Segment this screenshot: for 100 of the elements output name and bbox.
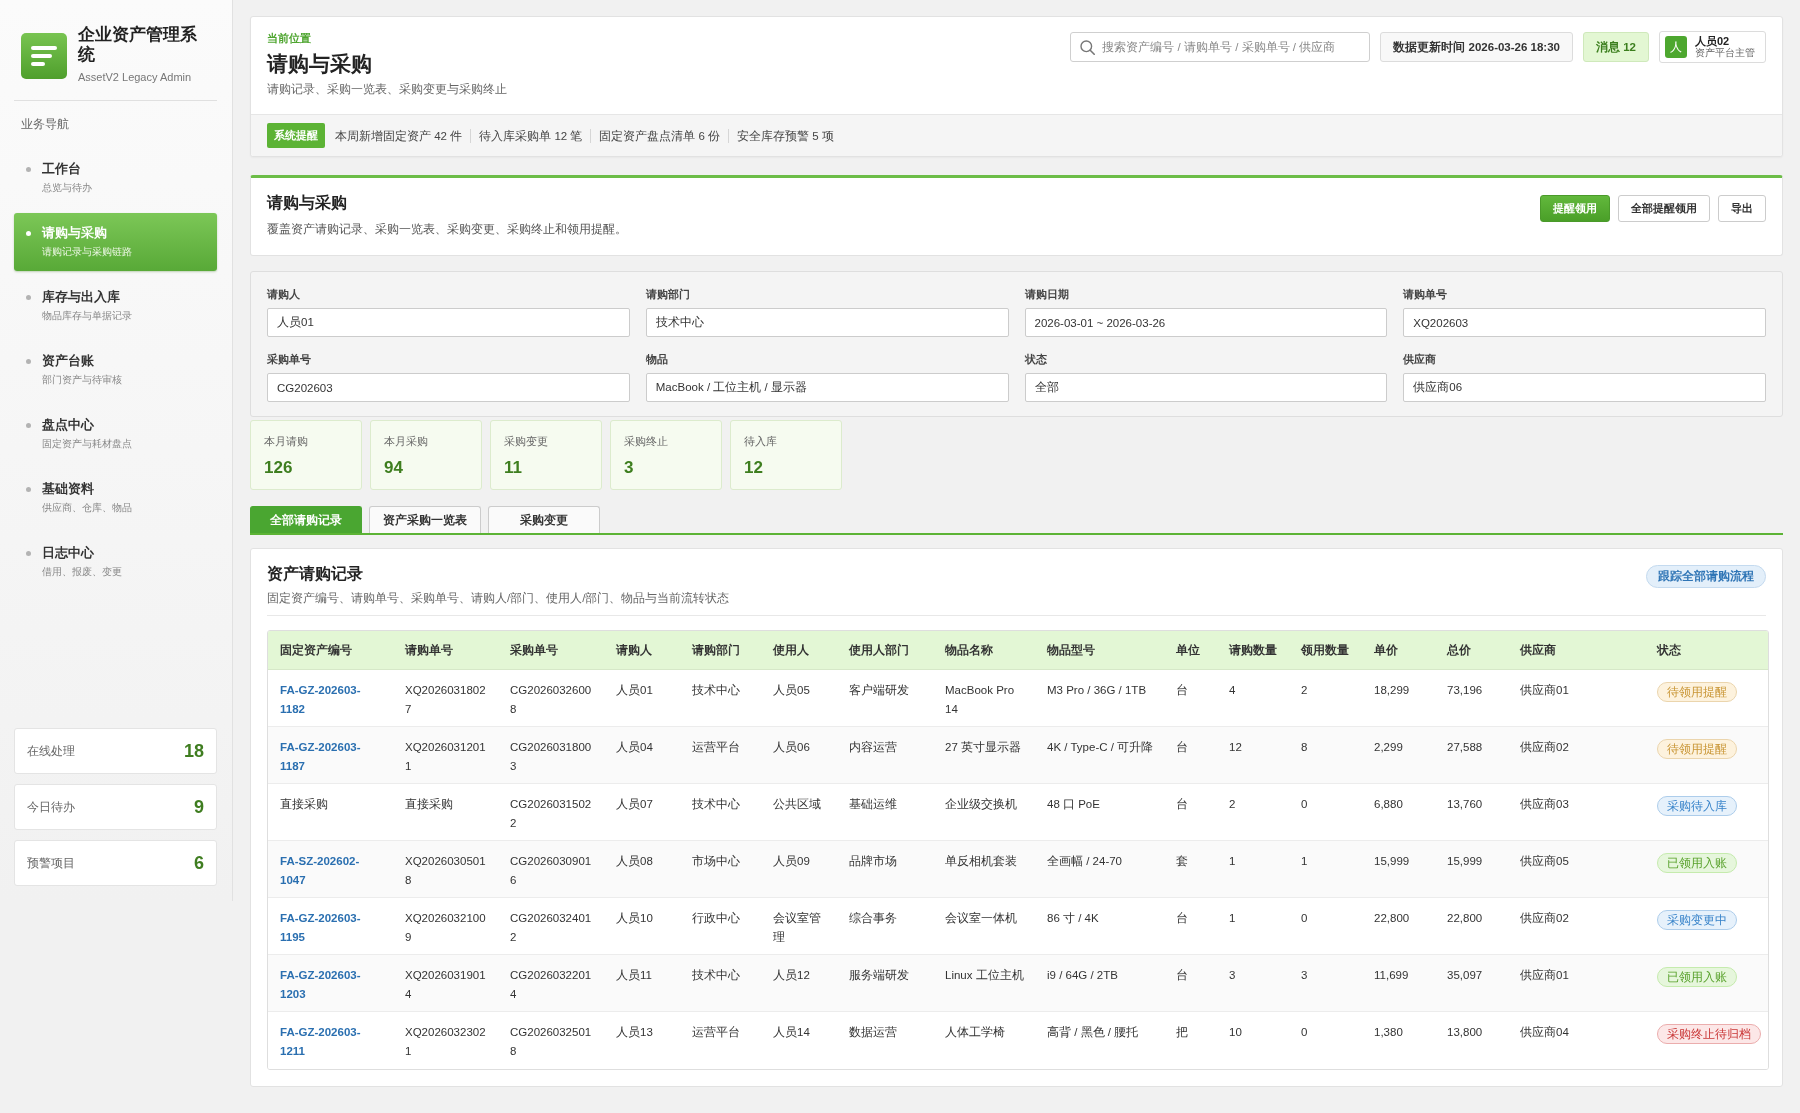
table-cell-text: 高背 / 黑色 / 腰托 — [1046, 1025, 1140, 1040]
input-field[interactable]: CG202603 — [267, 373, 630, 402]
stat-label: 采购终止 — [624, 434, 668, 448]
records-title: 资产请购记录 — [267, 564, 363, 584]
table-cell-text: 把 — [1175, 1025, 1189, 1040]
asset-link[interactable]: FA-GZ-202603-1203 — [280, 966, 375, 1004]
column-header: 供应商 — [1508, 631, 1645, 670]
asset-link[interactable]: FA-GZ-202603-1182 — [280, 681, 375, 719]
table-cell-text: 13,800 — [1446, 1025, 1484, 1040]
nav-item[interactable]: 基础资料 供应商、仓库、物品 — [14, 469, 217, 527]
action-button[interactable]: 导出 — [1718, 195, 1766, 222]
input-field[interactable]: 2026-03-01 ~ 2026-03-26 — [1024, 308, 1388, 337]
filter-label: 状态 — [1024, 352, 1047, 367]
user-avatar: 人 — [1665, 36, 1687, 58]
asset-link[interactable]: FA-GZ-202603-1187 — [280, 738, 375, 776]
input-field[interactable]: 全部 — [1024, 373, 1388, 402]
table-cell-text: CG20260325018 — [509, 1025, 593, 1059]
update-time: 数据更新时间 2026-03-26 18:30 — [1380, 32, 1573, 62]
section-title: 请购与采购 — [267, 193, 347, 213]
records-description: 固定资产编号、请购单号、采购单号、请购人/部门、使用人/部门、物品与当前流转状态 — [267, 591, 730, 605]
input-field[interactable]: 技术中心 — [645, 308, 1009, 337]
tab[interactable]: 采购变更 — [488, 506, 600, 533]
stat-value: 3 — [624, 458, 634, 478]
summary-value: 18 — [183, 740, 204, 762]
input-field[interactable]: 人员01 — [267, 308, 630, 337]
filter-label: 采购单号 — [267, 352, 311, 367]
dot-icon — [26, 295, 31, 300]
input-field[interactable]: MacBook / 工位主机 / 显示器 — [645, 373, 1009, 402]
nav-item[interactable]: 工作台 总览与待办 — [14, 149, 217, 207]
alert-item: 固定资产盘点清单 6 份 — [590, 128, 729, 143]
stat-label: 待入库 — [744, 434, 777, 448]
column-header: 固定资产编号 — [268, 631, 393, 670]
table-cell-text: 供应商04 — [1519, 1025, 1570, 1040]
table-cell-text: XQ20260323021 — [404, 1025, 487, 1059]
logo-icon — [21, 33, 67, 79]
app-title: 企业资产管理系统 — [78, 24, 198, 64]
input-field[interactable]: XQ202603 — [1403, 308, 1766, 337]
stat-label: 本月采购 — [384, 434, 428, 448]
filter-label: 请购部门 — [645, 287, 690, 302]
stat-label: 采购变更 — [504, 434, 548, 448]
column-header: 单价 — [1362, 631, 1435, 670]
column-header: 请购数量 — [1217, 631, 1289, 670]
dot-icon — [26, 551, 31, 556]
table-cell-text: 数据运营 — [848, 1025, 898, 1040]
search-field[interactable]: 搜索资产编号 / 请购单号 / 采购单号 / 供应商 — [1070, 32, 1371, 62]
table-cell-text: 10 — [1228, 1025, 1243, 1040]
table-cell-text: 人体工学椅 — [944, 1025, 1006, 1040]
page-title: 请购与采购 — [267, 51, 372, 77]
column-header: 领用数量 — [1289, 631, 1362, 670]
nav-item[interactable]: 日志中心 借用、报废、变更 — [14, 533, 217, 591]
user-name: 人员02 — [1695, 35, 1730, 47]
nav-item[interactable]: 库存与出入库 物品库存与单据记录 — [14, 277, 217, 335]
summary-label: 在线处理 — [27, 743, 75, 759]
page-subtitle: 请购记录、采购一览表、采购变更与采购终止 — [267, 82, 507, 96]
track-flow-button[interactable]: 跟踪全部请购流程 — [1646, 565, 1766, 588]
filter-label: 物品 — [645, 352, 668, 367]
alert-item: 安全库存预警 5 项 — [728, 128, 842, 143]
summary-label: 预警项目 — [27, 855, 75, 871]
dot-icon — [26, 359, 31, 364]
status-badge: 已领用入账 — [1657, 853, 1737, 873]
dot-icon — [26, 231, 31, 236]
stat-label: 本月请购 — [264, 434, 308, 448]
asset-link[interactable]: FA-GZ-202603-1211 — [280, 1023, 375, 1061]
asset-link[interactable]: FA-SZ-202602-1047 — [280, 852, 375, 890]
user-menu[interactable]: 人 人员02 资产平台主管 — [1659, 31, 1766, 63]
filter-label: 供应商 — [1403, 352, 1437, 367]
column-header: 请购单号 — [393, 631, 498, 670]
search-icon — [1080, 40, 1096, 55]
alert-badge: 系统提醒 — [267, 123, 325, 148]
status-badge: 采购变更中 — [1657, 910, 1737, 930]
status-badge: 待领用提醒 — [1657, 682, 1737, 702]
action-button[interactable]: 全部提醒领用 — [1618, 195, 1710, 222]
nav-item[interactable]: 盘点中心 固定资产与耗材盘点 — [14, 405, 217, 463]
alert-item: 待入库采购单 12 笔 — [470, 128, 591, 143]
section-description: 覆盖资产请购记录、采购一览表、采购变更、采购终止和领用提醒。 — [267, 222, 627, 236]
column-header: 请购人 — [604, 631, 680, 670]
breadcrumb: 当前位置 — [267, 31, 311, 45]
filter-label: 请购日期 — [1024, 287, 1069, 302]
nav-item[interactable]: 资产台账 部门资产与待审核 — [14, 341, 217, 399]
filter-label: 请购人 — [267, 287, 300, 302]
summary-value: 9 — [194, 796, 204, 818]
tab[interactable]: 资产采购一览表 — [369, 506, 481, 533]
dot-icon — [26, 423, 31, 428]
table-cell-text: 人员13 — [615, 1025, 654, 1040]
asset-link[interactable]: FA-GZ-202603-1195 — [280, 909, 375, 947]
app-subtitle: AssetV2 Legacy Admin — [78, 70, 193, 84]
column-header: 使用人部门 — [837, 631, 933, 670]
input-field[interactable]: 供应商06 — [1403, 373, 1766, 402]
table-cell-text: 人员14 — [772, 1025, 811, 1040]
column-header: 采购单号 — [498, 631, 604, 670]
stat-value: 126 — [264, 458, 293, 478]
column-header: 状态 — [1645, 631, 1768, 670]
stat-value: 11 — [504, 458, 522, 478]
status-badge: 采购终止待归档 — [1657, 1024, 1761, 1044]
messages-button[interactable]: 消息 12 — [1583, 32, 1649, 62]
alert-item: 本周新增固定资产 42 件 — [335, 128, 464, 143]
column-header: 使用人 — [761, 631, 837, 670]
status-badge: 待领用提醒 — [1657, 739, 1737, 759]
summary-value: 6 — [194, 852, 204, 874]
table-cell-text: 0 — [1300, 1025, 1309, 1040]
